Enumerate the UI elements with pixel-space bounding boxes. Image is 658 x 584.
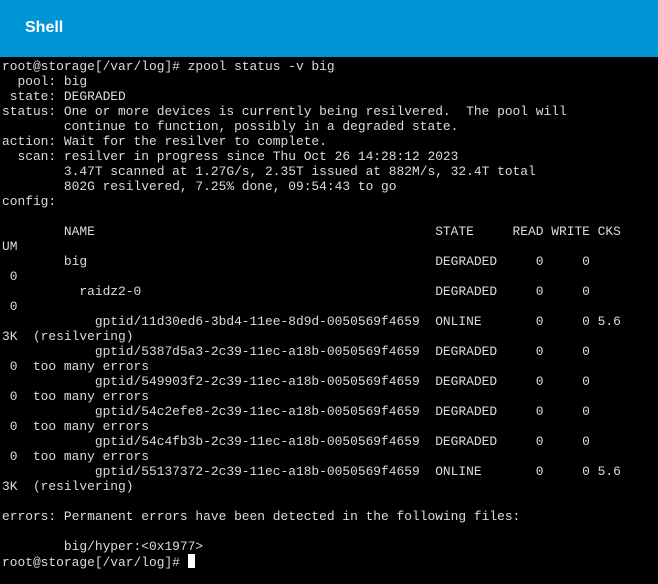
terminal-cursor <box>187 554 195 568</box>
title-bar: Shell <box>0 0 658 57</box>
terminal-line: gptid/549903f2-2c39-11ec-a18b-0050569f46… <box>2 374 590 389</box>
terminal-line: 0 too many errors <box>2 389 149 404</box>
terminal[interactable]: root@storage[/var/log]# zpool status -v … <box>0 57 658 584</box>
terminal-line: big DEGRADED 0 0 <box>2 254 590 269</box>
terminal-line: gptid/55137372-2c39-11ec-a18b-0050569f46… <box>2 464 621 479</box>
terminal-line: 0 too many errors <box>2 359 149 374</box>
terminal-line: root@storage[/var/log]# zpool status -v … <box>2 59 335 74</box>
terminal-line: 0 <box>2 299 18 314</box>
terminal-line: 0 <box>2 269 18 284</box>
terminal-line: gptid/54c4fb3b-2c39-11ec-a18b-0050569f46… <box>2 434 590 449</box>
terminal-line: state: DEGRADED <box>2 89 126 104</box>
shell-window: Shell root@storage[/var/log]# zpool stat… <box>0 0 658 584</box>
prompt-line[interactable]: root@storage[/var/log]# <box>2 554 621 570</box>
window-title: Shell <box>25 19 64 36</box>
terminal-line: scan: resilver in progress since Thu Oct… <box>2 149 459 164</box>
terminal-line: 3K (resilvering) <box>2 479 134 494</box>
terminal-line: gptid/11d30ed6-3bd4-11ee-8d9d-0050569f46… <box>2 314 621 329</box>
terminal-line: gptid/5387d5a3-2c39-11ec-a18b-0050569f46… <box>2 344 590 359</box>
terminal-line: UM <box>2 239 18 254</box>
terminal-line: status: One or more devices is currently… <box>2 104 567 119</box>
terminal-line: action: Wait for the resilver to complet… <box>2 134 327 149</box>
terminal-line: 0 too many errors <box>2 449 149 464</box>
terminal-line: gptid/54c2efe8-2c39-11ec-a18b-0050569f46… <box>2 404 590 419</box>
terminal-line: big/hyper:<0x1977> <box>2 539 204 554</box>
terminal-line: 3.47T scanned at 1.27G/s, 2.35T issued a… <box>2 164 536 179</box>
terminal-line: 0 too many errors <box>2 419 149 434</box>
terminal-line: raidz2-0 DEGRADED 0 0 <box>2 284 590 299</box>
terminal-line: 802G resilvered, 7.25% done, 09:54:43 to… <box>2 179 397 194</box>
terminal-line: continue to function, possibly in a degr… <box>2 119 459 134</box>
shell-prompt: root@storage[/var/log]# <box>2 555 188 570</box>
terminal-line: 3K (resilvering) <box>2 329 134 344</box>
terminal-output: root@storage[/var/log]# zpool status -v … <box>2 59 621 570</box>
terminal-line: config: <box>2 194 57 209</box>
terminal-line: pool: big <box>2 74 88 89</box>
terminal-line: NAME STATE READ WRITE CKS <box>2 224 621 239</box>
terminal-line: errors: Permanent errors have been detec… <box>2 509 521 524</box>
